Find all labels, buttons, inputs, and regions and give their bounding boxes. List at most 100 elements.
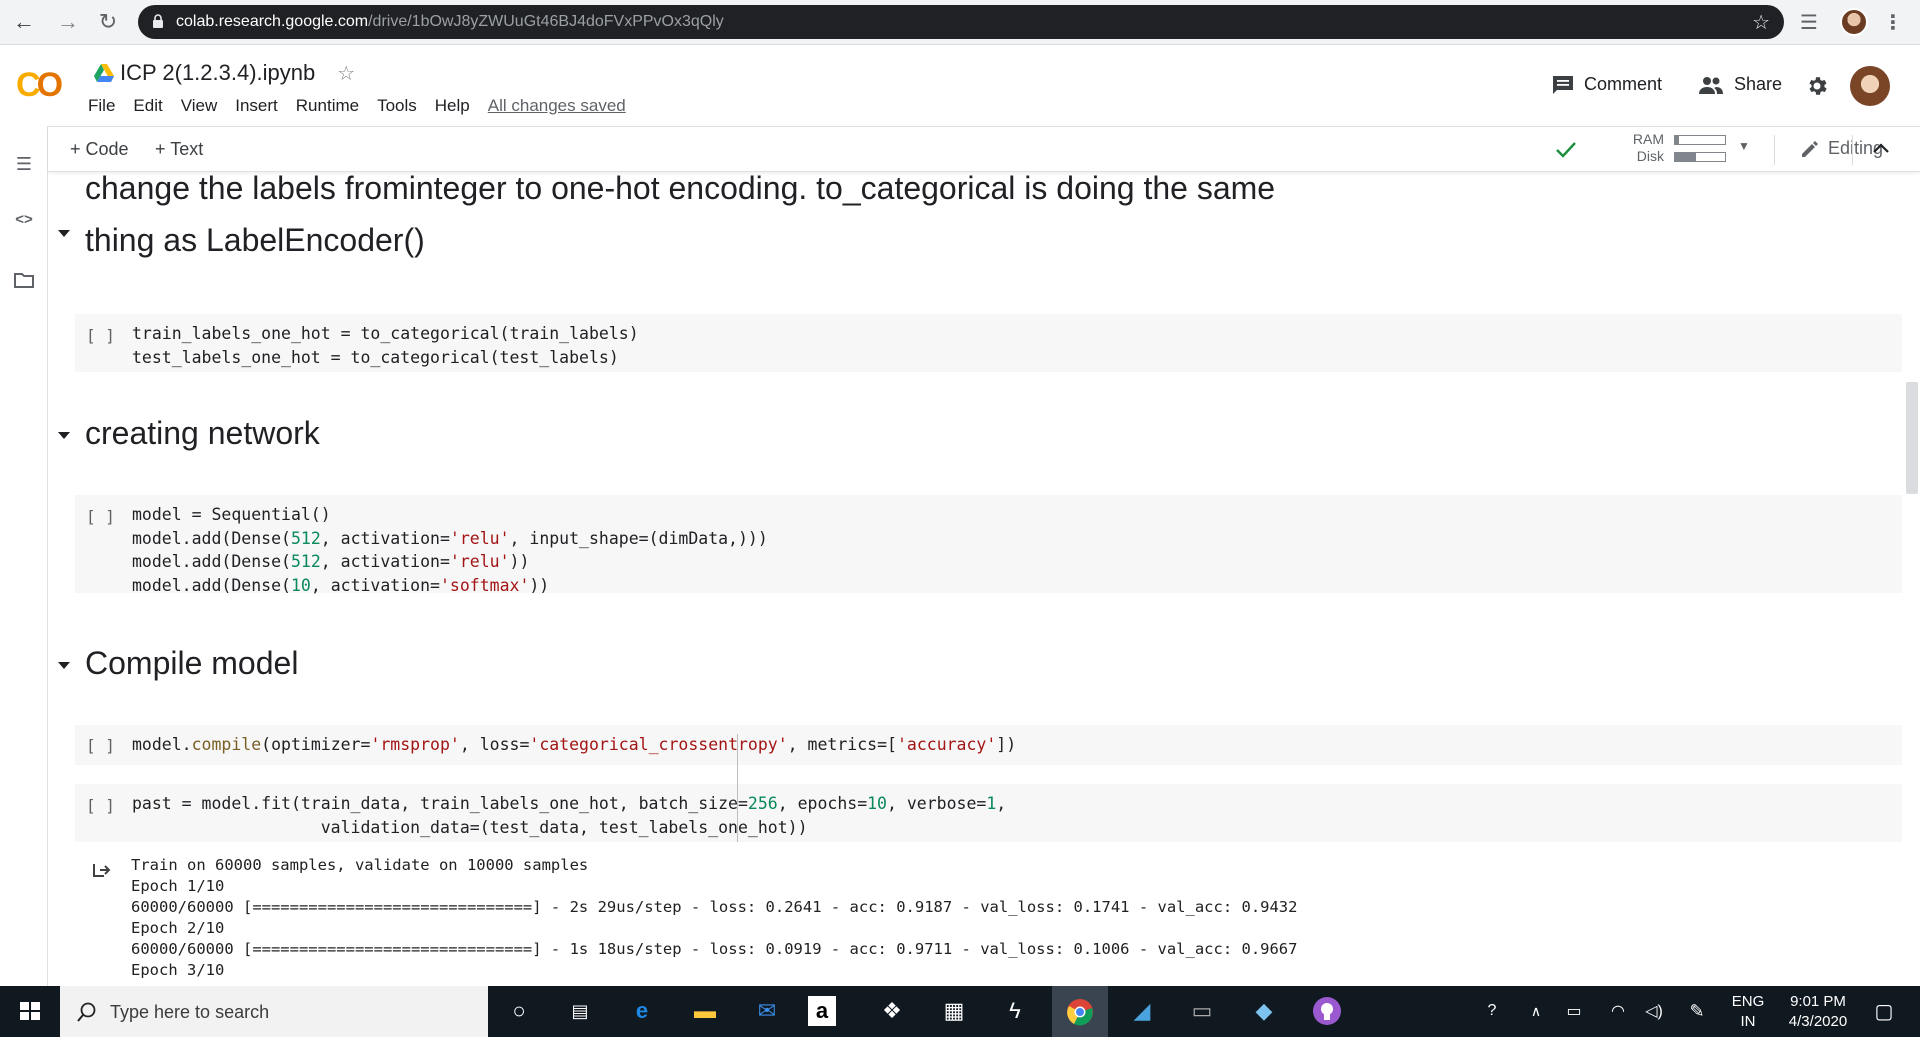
search-placeholder: Type here to search [110, 1002, 270, 1022]
pen-ink-icon[interactable]: ✎ [1675, 991, 1719, 1031]
code-function: compile [191, 735, 262, 754]
share-label: Share [1734, 74, 1783, 94]
terminal-icon[interactable]: ▭ [1180, 991, 1224, 1031]
code-string: 'rmsprop' [370, 735, 460, 754]
run-cell-button[interactable]: [ ] [86, 736, 115, 755]
code-cell[interactable]: [ ] model = Sequential() model.add(Dense… [75, 495, 1902, 595]
output-redirect-icon[interactable] [91, 860, 111, 880]
code-token: past = model.fit(train_data, train_label… [132, 794, 748, 813]
browser-menu-icon[interactable]: ⋮ [1880, 10, 1906, 36]
menu-insert[interactable]: Insert [235, 96, 278, 116]
code-string: 'relu' [449, 552, 510, 571]
star-icon[interactable]: ☆ [337, 61, 355, 86]
notes-app-icon[interactable]: ◆ [1242, 991, 1286, 1031]
code-cell[interactable]: [ ] past = model.fit(train_data, train_l… [75, 784, 1902, 842]
section-collapse-caret-icon[interactable] [57, 428, 71, 442]
markdown-heading: change the labels frominteger to one-hot… [85, 172, 1276, 206]
cortana-icon[interactable]: ○ [497, 991, 541, 1031]
github-icon[interactable] [1305, 991, 1349, 1031]
reload-icon[interactable]: ↻ [94, 8, 122, 36]
input-language[interactable]: ENG IN [1726, 992, 1770, 1032]
task-view-icon[interactable]: ▤ [558, 991, 602, 1031]
code-token: )) [529, 575, 550, 595]
code-cell[interactable]: [ ] model.compile(optimizer='rmsprop', l… [75, 725, 1902, 765]
notebook-title[interactable]: ICP 2(1.2.3.4).ipynb [120, 60, 315, 86]
file-explorer-icon[interactable]: ▬ [683, 991, 727, 1031]
app-icon[interactable]: ϟ [993, 991, 1037, 1031]
forward-arrow-icon[interactable]: → [54, 8, 82, 36]
scrollbar-thumb[interactable] [1906, 382, 1918, 494]
code-string: 'accuracy' [896, 735, 997, 754]
code-token: , activation= [310, 575, 440, 595]
volume-icon[interactable]: ◁) [1632, 991, 1676, 1031]
output-line: Epoch 1/10 [131, 877, 225, 895]
section-collapse-caret-icon[interactable] [57, 658, 71, 672]
code-editor[interactable]: model = Sequential() model.add(Dense(512… [132, 503, 768, 597]
edge-browser-icon[interactable]: e [620, 991, 664, 1031]
mail-icon[interactable]: ✉ [745, 991, 789, 1031]
settings-gear-icon[interactable] [1805, 74, 1829, 98]
editing-mode-button[interactable]: Editing [1800, 138, 1883, 159]
pencil-icon [1802, 140, 1818, 157]
language-code: ENG [1731, 993, 1765, 1010]
address-bar[interactable]: colab.research.google.com/drive/1bOwJ8yZ… [138, 5, 1784, 39]
code-editor[interactable]: model.compile(optimizer='rmsprop', loss=… [132, 733, 1016, 757]
runtime-dropdown-icon[interactable]: ▼ [1738, 139, 1750, 153]
region-code: IN [1740, 1013, 1756, 1030]
notifications-icon[interactable]: ▢ [1862, 991, 1906, 1031]
code-editor[interactable]: past = model.fit(train_data, train_label… [132, 792, 1006, 839]
run-cell-button[interactable]: [ ] [86, 507, 115, 526]
battery-icon[interactable]: ▭ [1552, 991, 1596, 1031]
code-token: , activation= [320, 552, 450, 571]
browser-profile-avatar[interactable] [1840, 8, 1868, 36]
code-snippets-icon[interactable]: <> [12, 208, 36, 232]
code-number: 10 [290, 575, 311, 595]
store-icon[interactable]: ▦ [932, 991, 976, 1031]
help-tray-icon[interactable]: ? [1470, 991, 1514, 1031]
comment-button[interactable]: Comment [1552, 74, 1662, 95]
add-text-cell-button[interactable]: + Text [155, 139, 203, 160]
user-avatar[interactable] [1850, 66, 1890, 106]
dropbox-icon[interactable]: ❖ [870, 991, 914, 1031]
menu-runtime[interactable]: Runtime [296, 96, 359, 116]
run-cell-button[interactable]: [ ] [86, 796, 115, 815]
windows-start-icon[interactable] [0, 986, 60, 1037]
menu-edit[interactable]: Edit [133, 96, 162, 116]
markdown-heading: creating network [85, 415, 320, 451]
menu-file[interactable]: File [88, 96, 115, 116]
files-folder-icon[interactable] [12, 268, 36, 292]
code-editor[interactable]: train_labels_one_hot = to_categorical(tr… [132, 322, 639, 369]
colab-logo[interactable]: CO [16, 66, 63, 105]
clock-date: 4/3/2020 [1788, 1013, 1848, 1030]
google-drive-icon[interactable] [94, 64, 114, 82]
run-cell-button[interactable]: [ ] [86, 326, 115, 345]
chrome-taskbar-button[interactable] [1052, 986, 1108, 1037]
code-token: , epochs= [777, 794, 868, 813]
table-of-contents-icon[interactable]: ☰ [12, 152, 36, 176]
code-token: ]) [996, 735, 1017, 754]
ram-disk-labels[interactable]: RAM Disk [1582, 131, 1664, 165]
code-token: model = Sequential() [132, 505, 331, 524]
share-button[interactable]: Share [1698, 74, 1782, 95]
menu-tools[interactable]: Tools [377, 96, 417, 116]
code-token: , activation= [320, 528, 450, 548]
save-status-link[interactable]: All changes saved [488, 96, 626, 116]
menu-help[interactable]: Help [435, 96, 470, 116]
menu-bar: File Edit View Insert Runtime Tools Help… [88, 96, 644, 116]
share-people-icon [1699, 76, 1723, 94]
code-cell[interactable]: [ ] train_labels_one_hot = to_categorica… [75, 314, 1902, 372]
laptop-app-icon[interactable]: ◢ [1120, 991, 1164, 1031]
collapse-chevron-up-icon[interactable] [1872, 141, 1890, 155]
code-line: test_labels_one_hot = to_categorical(tes… [132, 347, 619, 367]
clock[interactable]: 9:01 PM 4/3/2020 [1778, 992, 1858, 1032]
reading-list-icon[interactable]: ☰ [1796, 10, 1822, 36]
bookmark-star-icon[interactable]: ☆ [1752, 10, 1770, 35]
code-line: train_labels_one_hot = to_categorical(tr… [132, 324, 639, 343]
taskbar-search-box[interactable]: Type here to search [60, 986, 488, 1037]
menu-view[interactable]: View [181, 96, 218, 116]
section-collapse-caret-icon[interactable] [57, 226, 71, 240]
add-code-cell-button[interactable]: + Code [70, 139, 129, 160]
amazon-icon[interactable]: a [808, 996, 836, 1026]
back-arrow-icon[interactable]: ← [10, 8, 38, 36]
comment-icon [1553, 75, 1573, 94]
